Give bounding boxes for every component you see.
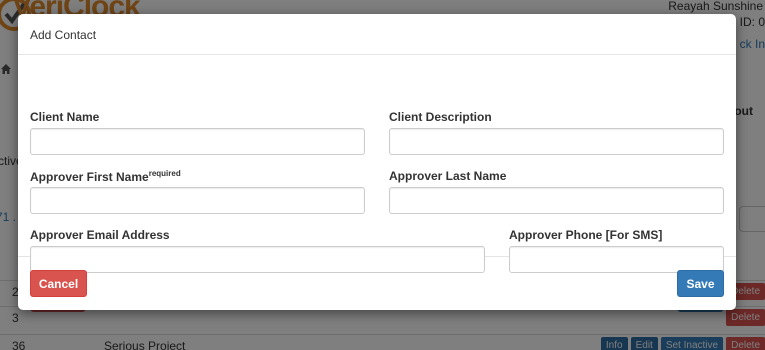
client-description-label: Client Description bbox=[389, 110, 492, 124]
approver-phone-label: Approver Phone [For SMS] bbox=[509, 228, 662, 242]
modal-body: Client Name Client Description Approver … bbox=[18, 55, 736, 273]
approver-first-name-label-text: Approver First Name bbox=[30, 170, 149, 184]
approver-first-name-input[interactable] bbox=[30, 187, 365, 214]
client-name-label: Client Name bbox=[30, 110, 99, 124]
approver-last-name-label: Approver Last Name bbox=[389, 169, 506, 183]
save-button[interactable]: Save bbox=[677, 270, 724, 297]
approver-email-label: Approver Email Address bbox=[30, 228, 170, 242]
approver-first-name-label: Approver First Namerequired bbox=[30, 169, 181, 184]
modal-header: Add Contact bbox=[18, 14, 736, 55]
approver-phone-label-text: Approver Phone [For SMS] bbox=[509, 228, 663, 242]
required-note: required bbox=[148, 169, 181, 178]
client-name-input[interactable] bbox=[30, 128, 365, 155]
add-contact-modal: Add Contact Client Name Client Descripti… bbox=[18, 14, 736, 310]
client-description-label-text: Client Description bbox=[389, 110, 492, 124]
client-name-label-text: Client Name bbox=[30, 110, 100, 124]
cancel-button[interactable]: Cancel bbox=[30, 270, 87, 297]
approver-last-name-label-text: Approver Last Name bbox=[389, 169, 507, 183]
modal-title: Add Contact bbox=[30, 28, 97, 42]
approver-last-name-input[interactable] bbox=[389, 187, 724, 214]
client-description-input[interactable] bbox=[389, 128, 724, 155]
approver-email-label-text: Approver Email Address bbox=[30, 228, 170, 242]
modal-footer: Cancel Save bbox=[18, 257, 736, 309]
